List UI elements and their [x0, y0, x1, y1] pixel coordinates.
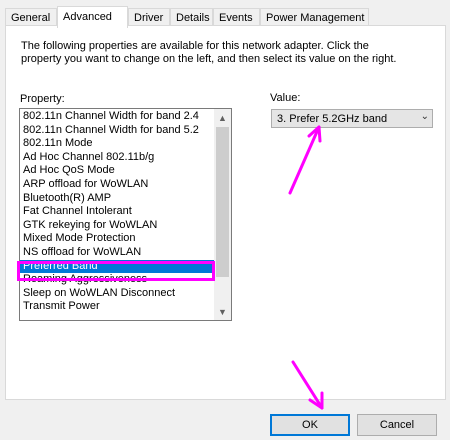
list-item-selected[interactable]: Preferred Band [20, 259, 216, 274]
tab-power-management[interactable]: Power Management [260, 8, 369, 26]
cancel-button[interactable]: Cancel [357, 414, 437, 436]
value-dropdown[interactable]: 3. Prefer 5.2GHz band ⌄ [271, 109, 433, 128]
list-item[interactable]: 802.11n Channel Width for band 2.4 [20, 110, 216, 124]
list-item[interactable]: Roaming Aggressiveness [20, 273, 216, 287]
value-dropdown-text: 3. Prefer 5.2GHz band [277, 113, 388, 125]
list-item[interactable]: Bluetooth(R) AMP [20, 192, 216, 206]
list-item[interactable]: 802.11n Mode [20, 137, 216, 151]
scroll-down-icon[interactable]: ▼ [214, 303, 231, 320]
property-list: 802.11n Channel Width for band 2.4 802.1… [20, 110, 216, 314]
list-item[interactable]: Ad Hoc Channel 802.11b/g [20, 151, 216, 165]
list-item[interactable]: ARP offload for WoWLAN [20, 178, 216, 192]
list-item[interactable]: Mixed Mode Protection [20, 232, 216, 246]
property-label: Property: [20, 93, 65, 105]
tab-driver[interactable]: Driver [128, 8, 170, 26]
list-item[interactable]: Transmit Power [20, 300, 216, 314]
description-text: The following properties are available f… [21, 40, 397, 65]
list-item[interactable]: GTK rekeying for WoWLAN [20, 219, 216, 233]
chevron-down-icon: ⌄ [420, 111, 429, 122]
list-item[interactable]: Fat Channel Intolerant [20, 205, 216, 219]
tab-advanced[interactable]: Advanced [57, 6, 128, 28]
tab-general[interactable]: General [5, 8, 57, 26]
property-listbox[interactable]: 802.11n Channel Width for band 2.4 802.1… [19, 108, 232, 321]
scroll-thumb[interactable] [216, 127, 229, 277]
list-item[interactable]: NS offload for WoWLAN [20, 246, 216, 260]
list-item[interactable]: Sleep on WoWLAN Disconnect [20, 287, 216, 301]
ok-button[interactable]: OK [270, 414, 350, 436]
scroll-up-icon[interactable]: ▲ [214, 109, 231, 126]
list-item[interactable]: 802.11n Channel Width for band 5.2 [20, 124, 216, 138]
list-item[interactable]: Ad Hoc QoS Mode [20, 164, 216, 178]
value-label: Value: [270, 92, 301, 104]
property-list-scrollbar[interactable]: ▲ ▼ [214, 109, 231, 320]
tab-details[interactable]: Details [170, 8, 213, 26]
advanced-panel: The following properties are available f… [5, 25, 446, 400]
tab-events[interactable]: Events [213, 8, 260, 26]
